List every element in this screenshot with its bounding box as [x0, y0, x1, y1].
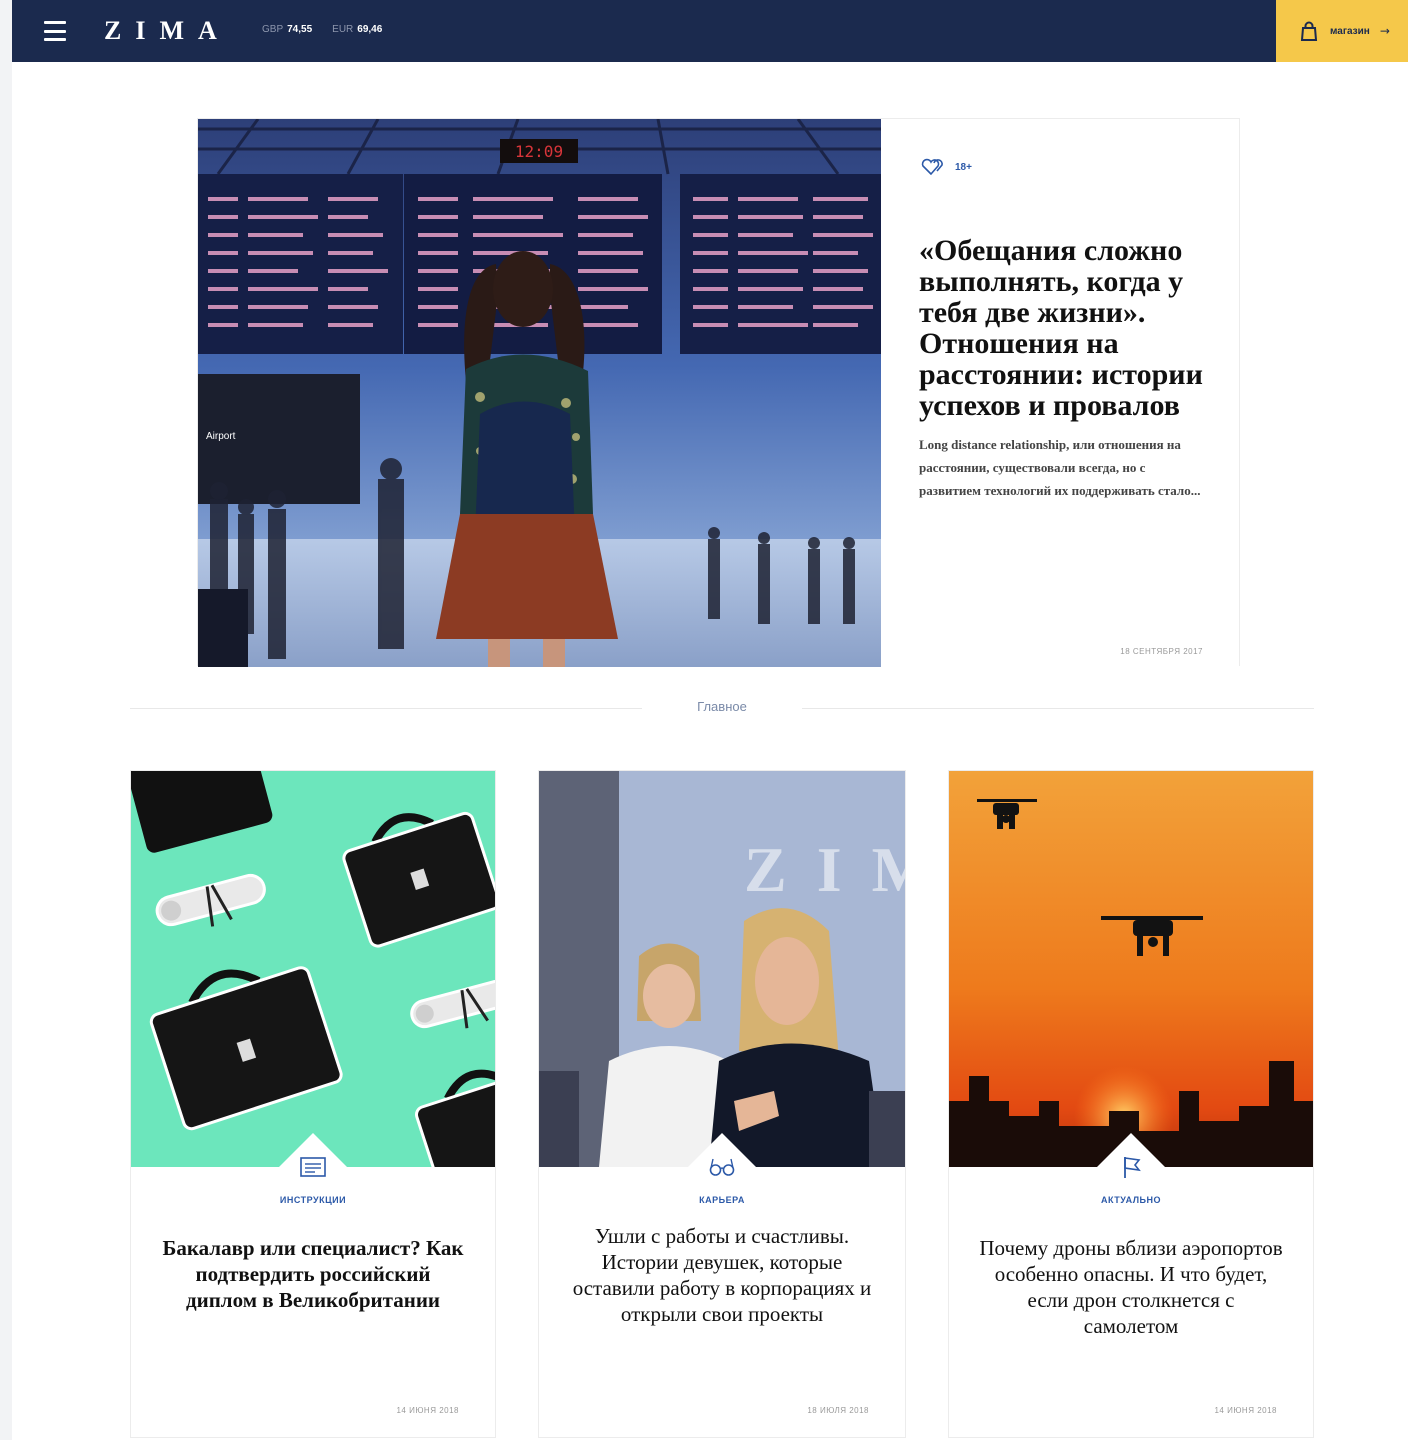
age-rating-label: 18+ — [955, 161, 972, 173]
featured-article-date: 18 СЕНТЯБРЯ 2017 — [1120, 647, 1203, 656]
screen-caption: Airport — [206, 431, 236, 442]
drones-sunset-illustration — [949, 771, 1313, 1167]
briefcase-illustration — [131, 771, 495, 1167]
article-card-drones[interactable]: АКТУАЛЬНО Почему дроны вблизи аэропортов… — [948, 770, 1314, 1438]
svg-text:ZIM: ZIM — [744, 834, 905, 905]
hearts-icon — [921, 158, 943, 176]
rate-value: 69,46 — [357, 24, 383, 35]
article-card-date: 18 ИЮЛЯ 2018 — [807, 1406, 869, 1415]
featured-article-title[interactable]: «Обещания сложно выполнять, когда у тебя… — [919, 235, 1203, 421]
shop-button[interactable]: магазин → — [1276, 0, 1408, 62]
article-card-category[interactable]: АКТУАЛЬНО — [949, 1195, 1313, 1205]
shopping-bag-icon — [1300, 21, 1318, 41]
article-card-image[interactable]: ZIM — [539, 771, 905, 1167]
women-talking-illustration: ZIM — [539, 771, 905, 1167]
rate-eur: EUR 69,46 — [332, 24, 382, 35]
article-card-category[interactable]: ИНСТРУКЦИИ — [131, 1195, 495, 1205]
flag-icon — [1124, 1157, 1141, 1178]
article-card-date: 14 ИЮНЯ 2018 — [1214, 1406, 1277, 1415]
rate-value: 74,55 — [287, 24, 313, 35]
featured-article-image[interactable]: 12:09 Airport — [198, 119, 881, 667]
site-header: ZIMA GBP 74,55 EUR 69,46 магазин → — [12, 0, 1408, 62]
arrow-right-icon: → — [1379, 24, 1390, 38]
article-card-date: 14 ИЮНЯ 2018 — [396, 1406, 459, 1415]
page: ZIMA GBP 74,55 EUR 69,46 магазин → 12:09… — [12, 0, 1408, 1440]
article-card-title[interactable]: Почему дроны вблизи аэропортов особенно … — [979, 1235, 1283, 1339]
shop-label: магазин — [1330, 25, 1370, 37]
board-clock: 12:09 — [515, 142, 563, 161]
article-card-category[interactable]: КАРЬЕРА — [539, 1195, 905, 1205]
age-rating-tag[interactable]: 18+ — [919, 157, 1203, 177]
rate-currency: EUR — [332, 24, 354, 35]
list-icon — [300, 1157, 326, 1177]
rate-currency: GBP — [262, 24, 284, 35]
rate-gbp: GBP 74,55 — [262, 24, 312, 35]
divider-line — [130, 708, 642, 709]
article-card-title[interactable]: Ушли с работы и счастливы. Истории девуш… — [569, 1223, 875, 1327]
airport-illustration: 12:09 Airport — [198, 119, 881, 667]
article-card-image[interactable] — [949, 771, 1313, 1167]
article-card-career[interactable]: ZIM КАРЬЕРА Ушли с работы и счастливы. — [538, 770, 906, 1438]
currency-rates: GBP 74,55 EUR 69,46 — [262, 24, 382, 35]
featured-article-excerpt: Long distance relationship, или отношени… — [919, 437, 1201, 498]
divider-line — [802, 708, 1314, 709]
article-card-diploma[interactable]: ИНСТРУКЦИИ Бакалавр или специалист? Как … — [130, 770, 496, 1438]
site-logo[interactable]: ZIMA — [104, 16, 231, 46]
article-card-title[interactable]: Бакалавр или специалист? Как подтвердить… — [161, 1235, 465, 1313]
section-header: Главное — [130, 696, 1314, 720]
glasses-icon — [709, 1158, 735, 1176]
menu-icon[interactable] — [44, 21, 66, 41]
article-card-image[interactable] — [131, 771, 495, 1167]
featured-article-body: 18+ «Обещания сложно выполнять, когда у … — [881, 119, 1239, 666]
featured-article[interactable]: 12:09 Airport 18+ «Обещания сложно выпол… — [197, 118, 1240, 667]
section-title: Главное — [697, 699, 747, 714]
